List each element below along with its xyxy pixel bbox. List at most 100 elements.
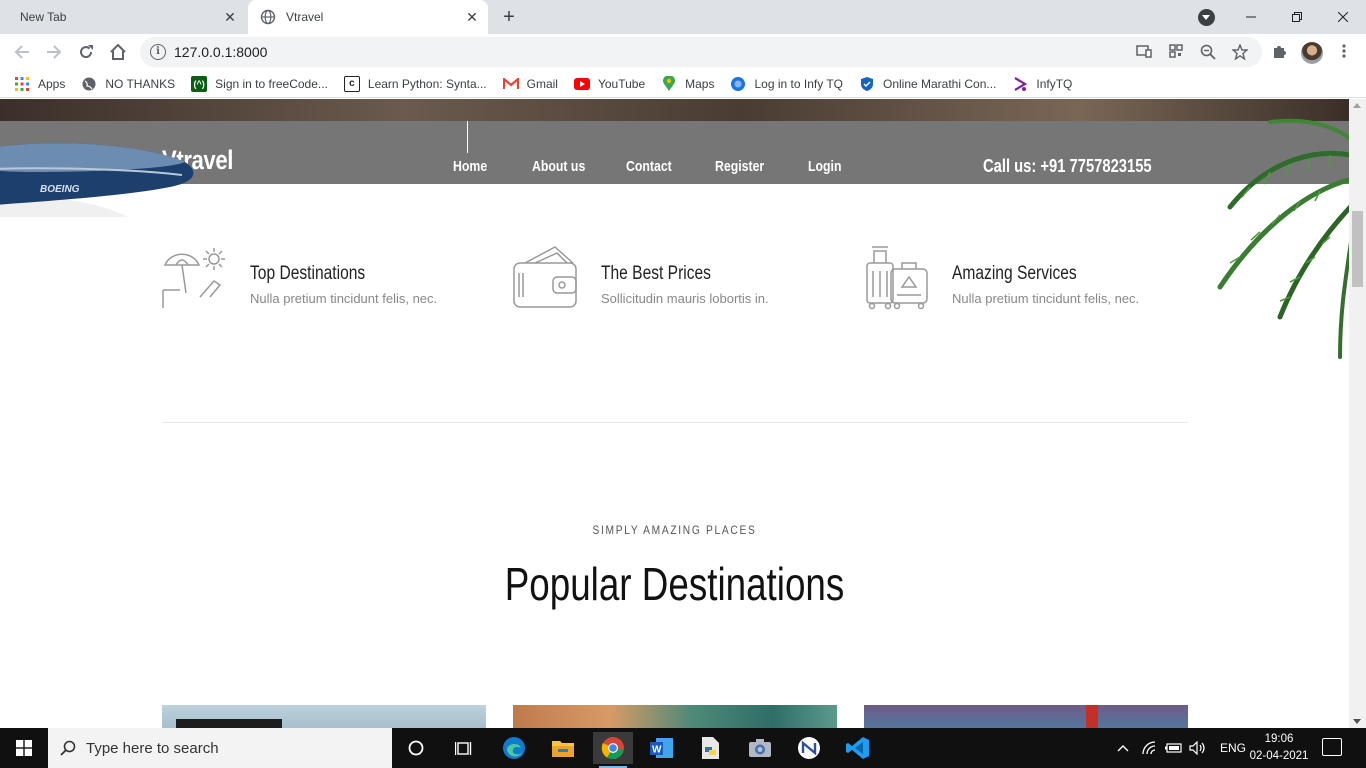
windows-start-icon[interactable] — [0, 728, 48, 768]
word-icon[interactable]: W — [642, 732, 682, 764]
site-info-icon[interactable]: i — [150, 44, 166, 60]
home-icon[interactable] — [106, 40, 130, 64]
system-tray: ENG — [1114, 728, 1246, 768]
volume-icon[interactable] — [1186, 741, 1210, 755]
app-icon-n[interactable] — [789, 732, 829, 764]
menu-kebab-icon[interactable] — [1335, 43, 1353, 61]
section-eyebrow: SIMPLY AMAZING PLACES — [592, 523, 757, 537]
bookmark-label: YouTube — [597, 76, 646, 91]
new-tab-button[interactable]: + — [498, 6, 520, 28]
web-page-viewport: Vtravel Home About us Contact Register L… — [0, 99, 1349, 728]
window-controls — [1228, 0, 1366, 34]
infytq-logo-icon — [1012, 76, 1028, 92]
call-us-phone[interactable]: Call us: +91 7757823155 — [983, 156, 1152, 177]
camera-icon[interactable] — [740, 732, 780, 764]
bookmark-gmail[interactable]: Gmail — [502, 76, 558, 92]
bookmark-no-thanks[interactable]: NO THANKS — [81, 76, 175, 92]
globe-icon — [81, 76, 97, 92]
youtube-icon — [573, 76, 590, 92]
file-explorer-icon[interactable] — [543, 732, 583, 764]
windows-taskbar: Type here to search W ENG 19:06 02-04-20… — [0, 728, 1366, 768]
close-window-icon[interactable] — [1320, 0, 1366, 34]
luggage-icon — [866, 246, 928, 310]
bookmark-star-icon[interactable] — [1231, 43, 1249, 61]
bookmark-label: Apps — [38, 76, 66, 91]
restore-icon[interactable] — [1274, 0, 1320, 34]
tab-title: New Tab — [20, 10, 67, 24]
cortana-icon[interactable] — [396, 732, 436, 764]
vscode-icon[interactable] — [838, 732, 878, 764]
tray-chevron-up-icon[interactable] — [1114, 744, 1132, 752]
apps-grid-icon — [14, 76, 30, 92]
destination-card[interactable] — [162, 705, 486, 728]
network-icon[interactable] — [1138, 741, 1162, 755]
qr-code-icon[interactable] — [1168, 44, 1184, 60]
maps-pin-icon — [661, 75, 677, 92]
bookmark-youtube[interactable]: YouTube — [573, 76, 646, 92]
bookmark-label: Gmail — [526, 76, 558, 91]
clock-time: 19:06 — [1264, 733, 1294, 745]
taskbar-search-input[interactable]: Type here to search — [48, 728, 392, 768]
bookmark-label: Learn Python: Synta... — [367, 76, 487, 91]
nav-home[interactable]: Home — [453, 158, 487, 175]
bookmark-label: NO THANKS — [105, 76, 176, 91]
url-text[interactable]: 127.0.0.1:8000 — [174, 44, 267, 60]
scroll-down-icon[interactable] — [1353, 719, 1361, 724]
nav-contact[interactable]: Contact — [626, 158, 672, 175]
scroll-up-icon[interactable] — [1353, 103, 1361, 108]
tab-vtravel[interactable]: Vtravel ✕ — [248, 0, 488, 34]
feature-title: Top Destinations — [250, 263, 366, 284]
bookmarks-bar: Apps NO THANKS (^) Sign in to freeCode..… — [0, 70, 1366, 98]
close-tab-icon[interactable]: ✕ — [464, 9, 480, 25]
bookmark-online-marathi[interactable]: Online Marathi Con... — [859, 76, 996, 92]
profile-avatar[interactable] — [1301, 42, 1323, 64]
back-icon[interactable] — [10, 40, 34, 64]
nav-about-us[interactable]: About us — [532, 158, 585, 175]
bookmark-apps[interactable]: Apps — [14, 76, 65, 92]
nav-register[interactable]: Register — [715, 158, 764, 175]
forward-icon[interactable] — [42, 40, 66, 64]
taskbar-clock[interactable]: 19:06 02-04-2021 — [1248, 731, 1310, 765]
bookmark-infytq[interactable]: InfyTQ — [1012, 76, 1072, 92]
reload-icon[interactable] — [74, 40, 98, 64]
page-scrollbar[interactable] — [1349, 99, 1366, 728]
search-placeholder: Type here to search — [86, 739, 219, 757]
feature-title: Amazing Services — [952, 263, 1077, 284]
bookmark-maps[interactable]: Maps — [661, 75, 714, 92]
minimize-icon[interactable] — [1228, 0, 1274, 34]
edge-icon[interactable] — [494, 732, 534, 764]
destination-card[interactable] — [864, 705, 1188, 728]
header-accent-line — [467, 121, 468, 153]
scroll-thumb[interactable] — [1352, 211, 1363, 287]
bookmark-freecodecamp[interactable]: (^) Sign in to freeCode... — [191, 75, 328, 92]
svg-text:W: W — [652, 745, 662, 756]
tab-search-icon[interactable] — [1198, 9, 1215, 26]
cast-icon[interactable] — [1136, 44, 1152, 60]
address-bar[interactable]: i 127.0.0.1:8000 — [140, 37, 1262, 67]
bookmark-label: Online Marathi Con... — [882, 76, 997, 91]
tab-new-tab[interactable]: New Tab ✕ — [8, 0, 246, 34]
feature-subtitle: Nulla pretium tincidunt felis, nec. — [250, 291, 438, 306]
bookmark-label: Log in to Infy TQ — [754, 76, 843, 91]
clock-date: 02-04-2021 — [1249, 750, 1309, 762]
beach-umbrella-icon — [162, 248, 225, 308]
freecodecamp-icon: (^) — [191, 75, 208, 92]
notification-center-icon[interactable] — [1322, 738, 1342, 756]
chrome-taskbar-icon[interactable] — [593, 732, 633, 768]
nav-login[interactable]: Login — [808, 158, 841, 175]
zoom-icon[interactable] — [1200, 44, 1216, 60]
card-badge — [176, 719, 282, 728]
language-indicator[interactable]: ENG — [1220, 741, 1246, 755]
task-view-icon[interactable] — [444, 732, 484, 764]
feature-subtitle: Sollicitudin mauris lobortis in. — [601, 291, 769, 306]
bookmark-codecademy[interactable]: c Learn Python: Synta... — [343, 75, 487, 92]
feature-subtitle: Nulla pretium tincidunt felis, nec. — [952, 291, 1140, 306]
bridge-tower — [1086, 705, 1098, 728]
battery-icon[interactable] — [1162, 743, 1186, 753]
bookmark-log-in-infytq[interactable]: Log in to Infy TQ — [730, 76, 843, 92]
browser-toolbar: i 127.0.0.1:8000 — [0, 34, 1366, 70]
close-tab-icon[interactable]: ✕ — [222, 9, 238, 25]
python-file-icon[interactable] — [690, 732, 730, 764]
destination-card[interactable] — [513, 705, 837, 728]
extensions-icon[interactable] — [1270, 43, 1288, 61]
